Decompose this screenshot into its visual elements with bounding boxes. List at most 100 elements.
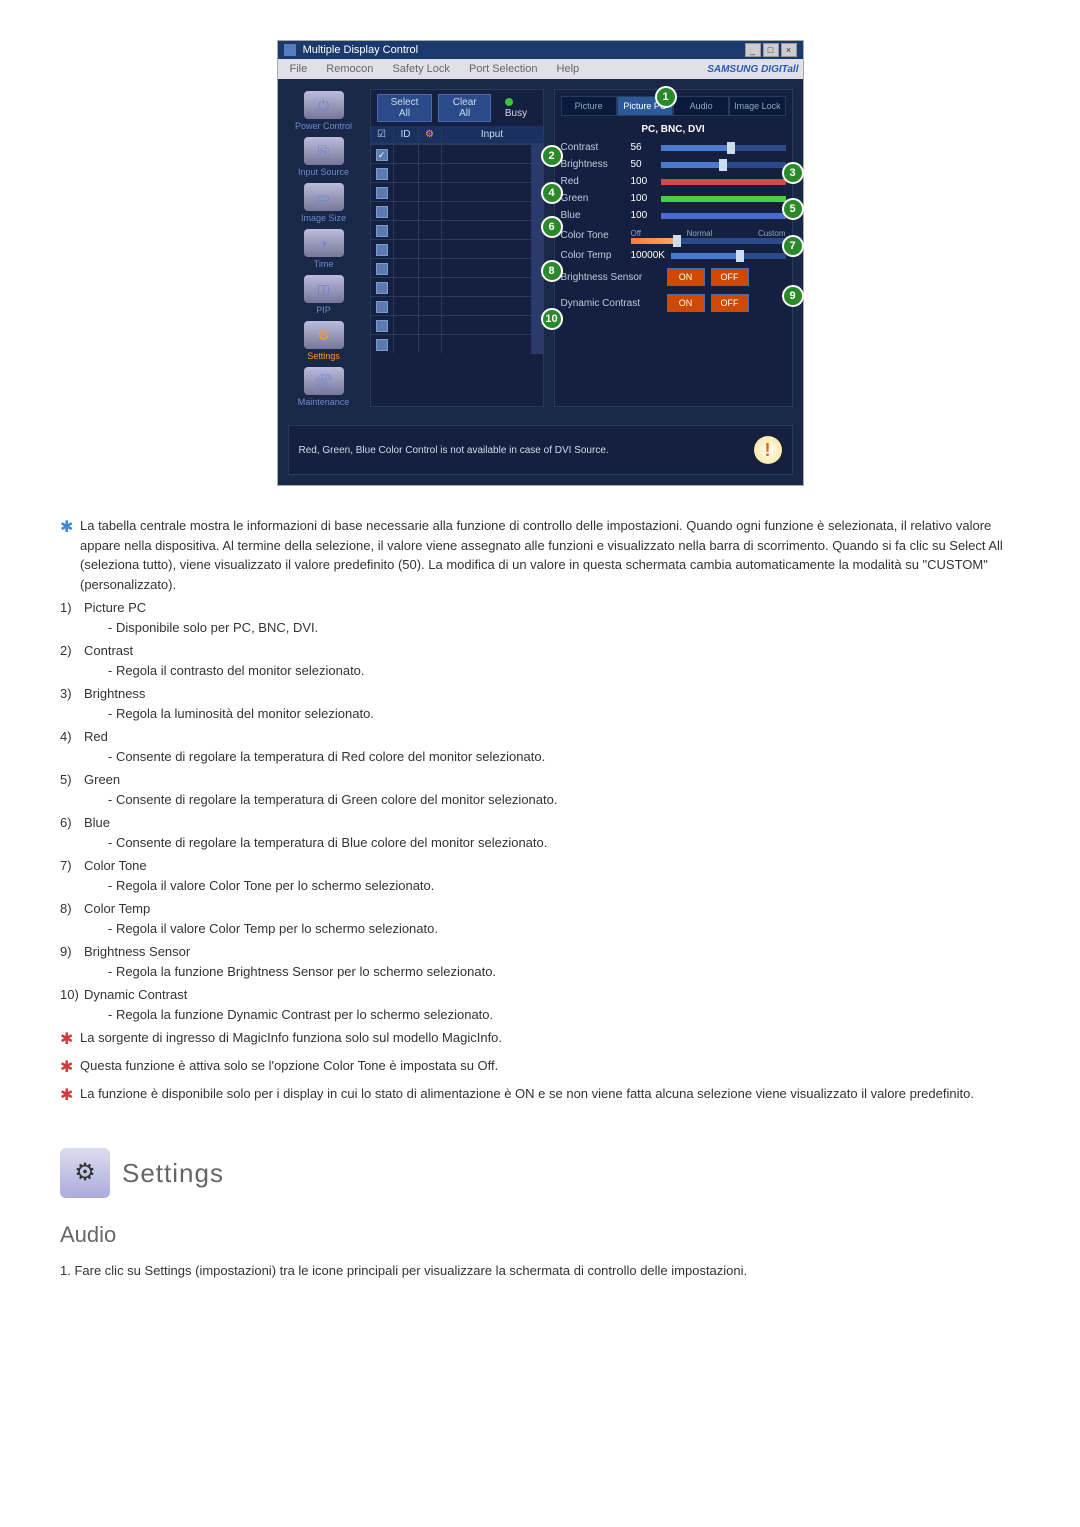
list-item: 10)Dynamic Contrast- Regola la funzione …	[60, 985, 1020, 1024]
row-checkbox[interactable]	[376, 225, 388, 237]
menu-file[interactable]: File	[282, 61, 316, 77]
clear-all-button[interactable]: Clear All	[438, 94, 490, 122]
sidebar-item-maintenance[interactable]: 🛠 Maintenance	[288, 365, 360, 407]
col-icon: ⚙	[419, 126, 442, 143]
row-checkbox[interactable]	[376, 244, 388, 256]
sidebar-item-pip[interactable]: ◫ PIP	[288, 273, 360, 315]
maximize-button[interactable]: □	[763, 43, 779, 57]
table-row[interactable]	[371, 163, 531, 182]
row-checkbox[interactable]	[376, 168, 388, 180]
red-label: Red	[561, 176, 631, 187]
item-desc: - Regola il valore Color Tone per lo sch…	[84, 876, 1020, 896]
intro-text: La tabella centrale mostra le informazio…	[80, 516, 1020, 594]
color-tone-row: Color Tone Off Normal Custom	[561, 224, 786, 247]
brand-label: SAMSUNG DIGITall	[707, 64, 798, 75]
titlebar: Multiple Display Control _ □ ×	[278, 41, 803, 59]
green-row: Green 100	[561, 190, 786, 207]
color-temp-label: Color Temp	[561, 250, 631, 261]
col-checkbox[interactable]: ☑	[371, 126, 394, 143]
sidebar-label: Input Source	[288, 167, 360, 177]
row-checkbox[interactable]	[376, 282, 388, 294]
item-title: Dynamic Contrast	[84, 985, 1020, 1005]
tab-audio[interactable]: Audio	[673, 96, 729, 116]
list-item: 2)Contrast- Regola il contrasto del moni…	[60, 641, 1020, 680]
contrast-slider[interactable]	[661, 145, 786, 151]
table-row[interactable]	[371, 296, 531, 315]
row-checkbox[interactable]	[376, 187, 388, 199]
callout-9: 9	[782, 285, 804, 307]
list-item: 7)Color Tone- Regola il valore Color Ton…	[60, 856, 1020, 895]
list-item: 3)Brightness- Regola la luminosità del m…	[60, 684, 1020, 723]
item-number: 10)	[60, 985, 84, 1005]
row-checkbox[interactable]	[376, 320, 388, 332]
section-title: Settings	[122, 1154, 224, 1193]
color-temp-slider[interactable]	[671, 253, 786, 259]
sidebar-item-input[interactable]: ⎘ Input Source	[288, 135, 360, 177]
tab-picture[interactable]: Picture	[561, 96, 617, 116]
dynamic-contrast-on[interactable]: ON	[667, 294, 705, 312]
brightness-sensor-label: Brightness Sensor	[561, 272, 661, 283]
select-all-button[interactable]: Select All	[377, 94, 433, 122]
row-checkbox[interactable]	[376, 339, 388, 351]
table-row[interactable]	[371, 182, 531, 201]
tone-opt-normal: Normal	[687, 229, 713, 238]
red-slider[interactable]	[661, 179, 786, 185]
brightness-slider[interactable]	[661, 162, 786, 168]
brightness-sensor-off[interactable]: OFF	[711, 268, 749, 286]
item-number: 9)	[60, 942, 84, 962]
center-panel: Select All Clear All Busy ☑ ID ⚙ Input	[370, 89, 544, 407]
color-tone-slider[interactable]	[631, 238, 786, 244]
brightness-sensor-on[interactable]: ON	[667, 268, 705, 286]
item-title: Color Tone	[84, 856, 1020, 876]
brightness-sensor-row: Brightness Sensor ON OFF	[561, 264, 786, 290]
red-value: 100	[631, 176, 661, 187]
green-label: Green	[561, 193, 631, 204]
item-title: Brightness	[84, 684, 1020, 704]
sidebar-item-settings[interactable]: ⚙ Settings	[288, 319, 360, 361]
table-row[interactable]	[371, 334, 531, 353]
table-row[interactable]	[371, 220, 531, 239]
tone-opt-off: Off	[631, 229, 642, 238]
row-checkbox[interactable]	[376, 301, 388, 313]
row-checkbox[interactable]	[376, 206, 388, 218]
dynamic-contrast-off[interactable]: OFF	[711, 294, 749, 312]
table-row[interactable]	[371, 239, 531, 258]
table-row[interactable]	[371, 201, 531, 220]
item-number: 1)	[60, 598, 84, 618]
note-text: La sorgente di ingresso di MagicInfo fun…	[80, 1028, 1020, 1048]
table-row[interactable]	[371, 258, 531, 277]
image-size-icon: ▭	[304, 183, 344, 211]
settings-section-icon: ⚙	[60, 1148, 110, 1198]
list-item: 1)Picture PC- Disponibile solo per PC, B…	[60, 598, 1020, 637]
sidebar-item-image-size[interactable]: ▭ Image Size	[288, 181, 360, 223]
table-row[interactable]	[371, 315, 531, 334]
settings-icon: ⚙	[304, 321, 344, 349]
close-button[interactable]: ×	[781, 43, 797, 57]
item-title: Blue	[84, 813, 1020, 833]
app-icon	[284, 44, 296, 56]
dynamic-contrast-label: Dynamic Contrast	[561, 298, 661, 309]
item-number: 7)	[60, 856, 84, 876]
item-title: Green	[84, 770, 1020, 790]
menu-help[interactable]: Help	[549, 61, 588, 77]
menu-safety-lock[interactable]: Safety Lock	[384, 61, 457, 77]
tab-image-lock[interactable]: Image Lock	[729, 96, 785, 116]
menu-remocon[interactable]: Remocon	[318, 61, 381, 77]
table-row[interactable]	[371, 277, 531, 296]
table-row[interactable]	[371, 144, 531, 163]
power-icon: ⏻	[304, 91, 344, 119]
green-slider[interactable]	[661, 196, 786, 202]
callout-8: 8	[541, 260, 563, 282]
sidebar-label: PIP	[288, 305, 360, 315]
callout-4: 4	[541, 182, 563, 204]
row-checkbox[interactable]	[376, 149, 388, 161]
callout-7: 7	[782, 235, 804, 257]
menu-port-selection[interactable]: Port Selection	[461, 61, 545, 77]
row-checkbox[interactable]	[376, 263, 388, 275]
item-desc: - Consente di regolare la temperatura di…	[84, 790, 1020, 810]
blue-slider[interactable]	[661, 213, 786, 219]
sidebar-item-time[interactable]: ◑ Time	[288, 227, 360, 269]
minimize-button[interactable]: _	[745, 43, 761, 57]
callout-3: 3	[782, 162, 804, 184]
sidebar-item-power[interactable]: ⏻ Power Control	[288, 89, 360, 131]
